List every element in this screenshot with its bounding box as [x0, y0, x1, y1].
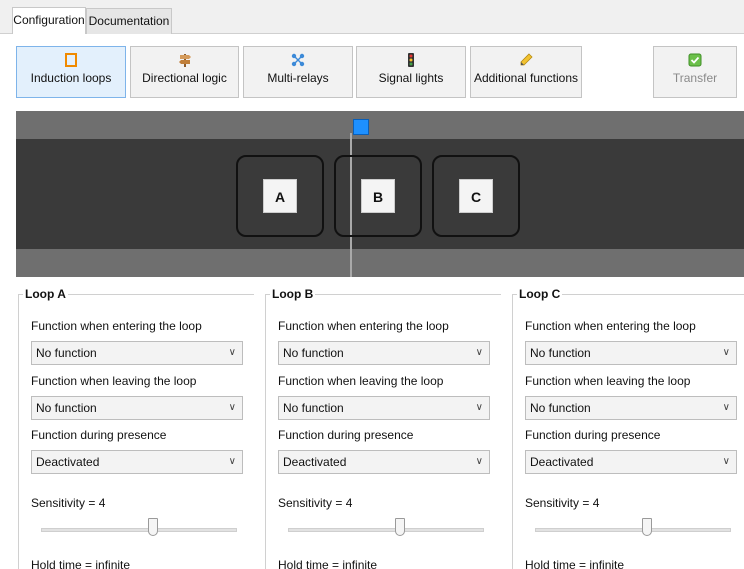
presence-value: Deactivated	[530, 455, 594, 469]
presence-select[interactable]: Deactivated ∨	[525, 450, 737, 474]
sensitivity-slider-track[interactable]	[41, 528, 237, 532]
entering-label: Function when entering the loop	[525, 319, 696, 333]
hold-time-label: Hold time = infinite	[525, 558, 625, 569]
entering-select[interactable]: No function ∨	[31, 341, 243, 365]
loop-c-title: Loop C	[517, 287, 563, 301]
presence-label: Function during presence	[31, 428, 167, 442]
sensitivity-slider-thumb[interactable]	[394, 518, 405, 536]
presence-select[interactable]: Deactivated ∨	[31, 450, 243, 474]
traffic-light-icon	[408, 53, 414, 67]
loop-a-label: A	[263, 179, 297, 213]
sensitivity-slider-track[interactable]	[288, 528, 484, 532]
loop-b-label: B	[361, 179, 395, 213]
loop-a-title: Loop A	[23, 287, 68, 301]
loop-c-outline[interactable]: C	[432, 155, 520, 237]
leaving-label: Function when leaving the loop	[31, 374, 197, 388]
presence-value: Deactivated	[283, 455, 347, 469]
induction-loops-label: Induction loops	[30, 71, 112, 85]
presence-label: Function during presence	[278, 428, 414, 442]
square-icon	[65, 53, 77, 67]
loop-b-outline[interactable]: B	[334, 155, 422, 237]
signpost-icon	[178, 54, 191, 67]
sensitivity-slider-track[interactable]	[535, 528, 731, 532]
chevron-down-icon: ∨	[722, 347, 730, 358]
loop-c-label: C	[459, 179, 493, 213]
road-view: A B C	[16, 111, 744, 277]
position-handle[interactable]	[353, 119, 369, 135]
sensitivity-label: Sensitivity = 4	[31, 496, 106, 510]
chevron-down-icon: ∨	[228, 456, 236, 467]
presence-value: Deactivated	[36, 455, 100, 469]
chevron-down-icon: ∨	[228, 347, 236, 358]
directional-logic-button[interactable]: Directional logic	[130, 46, 239, 98]
chevron-down-icon: ∨	[722, 456, 730, 467]
chevron-down-icon: ∨	[475, 456, 483, 467]
presence-label: Function during presence	[525, 428, 661, 442]
transfer-label: Transfer	[672, 71, 718, 85]
sensitivity-slider-thumb[interactable]	[641, 518, 652, 536]
leaving-value: No function	[283, 401, 344, 415]
entering-select[interactable]: No function ∨	[525, 341, 737, 365]
sensitivity-label: Sensitivity = 4	[525, 496, 600, 510]
sensitivity-slider-thumb[interactable]	[147, 518, 158, 536]
entering-label: Function when entering the loop	[31, 319, 202, 333]
chevron-down-icon: ∨	[475, 347, 483, 358]
toolbar: Induction loops Directional logic Multi-…	[0, 34, 744, 106]
induction-loops-button[interactable]: Induction loops	[16, 46, 126, 98]
additional-functions-button[interactable]: Additional functions	[470, 46, 582, 98]
entering-value: No function	[283, 346, 344, 360]
pencil-icon	[520, 53, 533, 66]
loop-a-panel: Loop A Function when entering the loop N…	[18, 287, 254, 569]
leaving-select[interactable]: No function ∨	[525, 396, 737, 420]
chevron-down-icon: ∨	[228, 402, 236, 413]
loop-a-outline[interactable]: A	[236, 155, 324, 237]
multi-relays-button[interactable]: Multi-relays	[243, 46, 353, 98]
loop-c-panel: Loop C Function when entering the loop N…	[512, 287, 744, 569]
leaving-label: Function when leaving the loop	[278, 374, 444, 388]
entering-value: No function	[36, 346, 97, 360]
presence-select[interactable]: Deactivated ∨	[278, 450, 490, 474]
entering-value: No function	[530, 346, 591, 360]
loop-b-panel: Loop B Function when entering the loop N…	[265, 287, 501, 569]
chevron-down-icon: ∨	[475, 402, 483, 413]
tab-bar: Configuration Documentation	[0, 0, 744, 34]
chevron-down-icon: ∨	[722, 402, 730, 413]
transfer-button[interactable]: Transfer	[653, 46, 737, 98]
additional-functions-label: Additional functions	[473, 71, 579, 85]
leaving-value: No function	[530, 401, 591, 415]
multi-relays-label: Multi-relays	[267, 71, 329, 85]
entering-label: Function when entering the loop	[278, 319, 449, 333]
leaving-select[interactable]: No function ∨	[31, 396, 243, 420]
signal-lights-label: Signal lights	[378, 71, 444, 85]
leaving-label: Function when leaving the loop	[525, 374, 691, 388]
hold-time-label: Hold time = infinite	[31, 558, 131, 569]
tab-documentation[interactable]: Documentation	[86, 8, 172, 34]
hold-time-label: Hold time = infinite	[278, 558, 378, 569]
leaving-value: No function	[36, 401, 97, 415]
tab-configuration[interactable]: Configuration	[12, 7, 86, 34]
signal-lights-button[interactable]: Signal lights	[356, 46, 466, 98]
relay-icon	[291, 53, 305, 67]
loop-b-title: Loop B	[270, 287, 316, 301]
check-icon	[688, 53, 702, 67]
directional-logic-label: Directional logic	[142, 71, 227, 85]
sensitivity-label: Sensitivity = 4	[278, 496, 353, 510]
entering-select[interactable]: No function ∨	[278, 341, 490, 365]
leaving-select[interactable]: No function ∨	[278, 396, 490, 420]
